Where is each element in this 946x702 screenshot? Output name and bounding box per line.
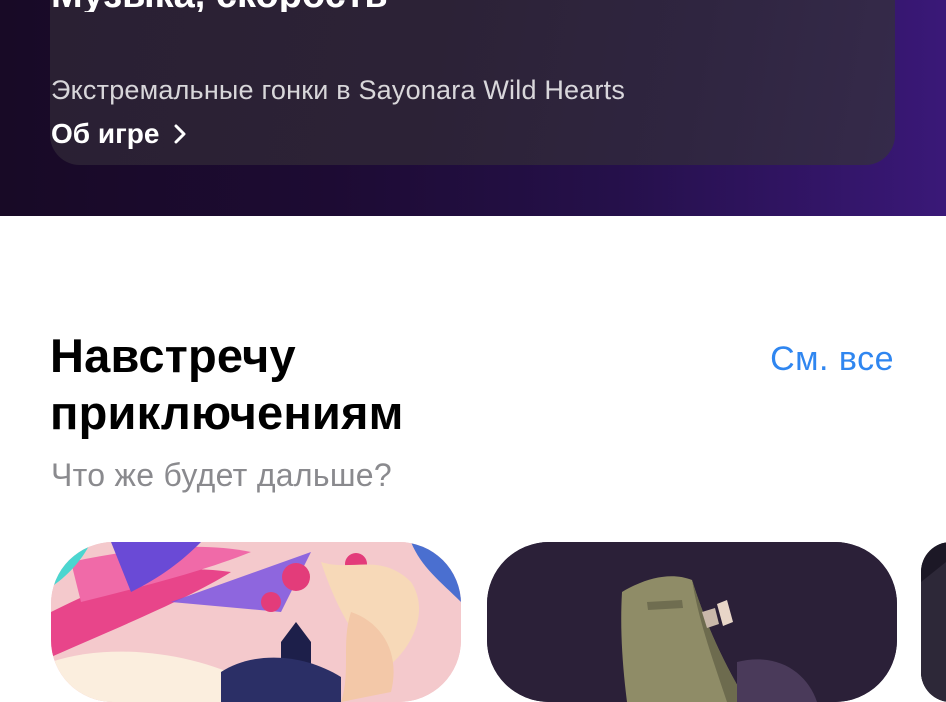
section-title: Навстречу приключениям	[50, 329, 404, 439]
game-tile[interactable]	[487, 542, 897, 702]
game-artwork-dark-icon	[921, 542, 946, 702]
game-tile[interactable]	[51, 542, 461, 702]
chevron-right-icon	[169, 123, 191, 145]
game-artwork-witch-hat-icon	[487, 542, 897, 702]
featured-title: Музыка, скорость	[51, 0, 871, 12]
featured-banner[interactable]: Музыка, скорость Экстремальные гонки в S…	[0, 0, 946, 216]
about-game-label: Об игре	[51, 118, 160, 149]
see-all-button[interactable]: См. все	[770, 340, 894, 379]
game-tile[interactable]	[921, 542, 946, 702]
game-artwork-pink-icon	[51, 542, 461, 702]
section-subtitle: Что же будет дальше?	[51, 457, 392, 493]
featured-subtitle: Экстремальные гонки в Sayonara Wild Hear…	[51, 75, 626, 105]
about-game-link[interactable]: Об игре	[51, 118, 191, 150]
